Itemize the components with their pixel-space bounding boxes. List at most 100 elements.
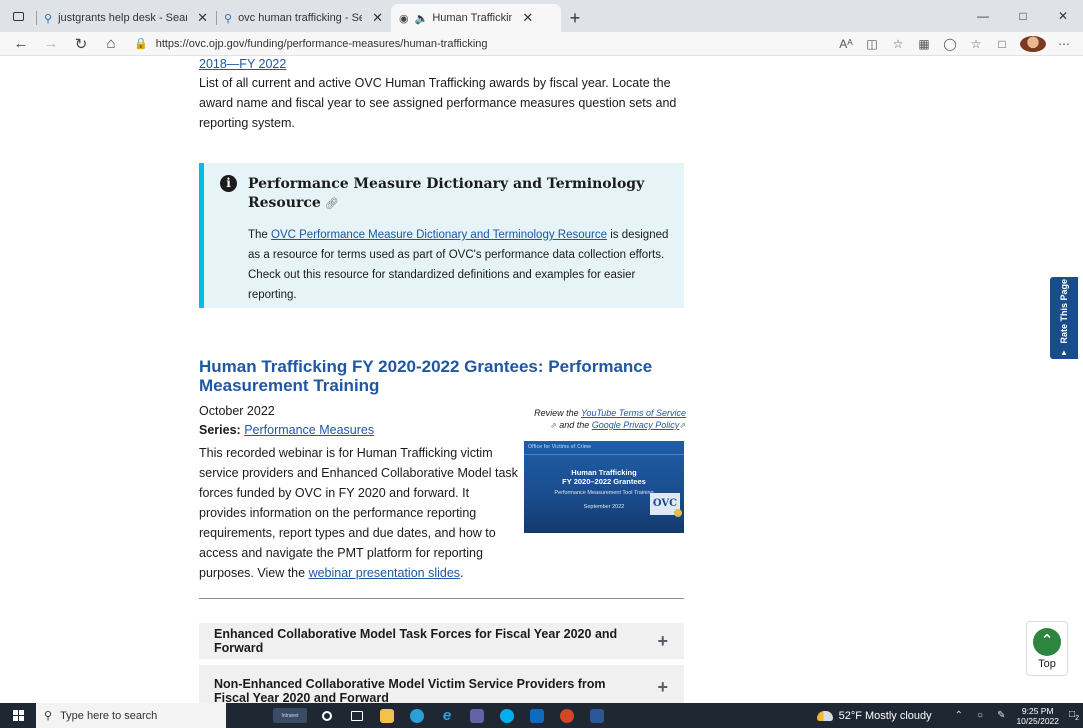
taskbar-apps: Intranet e bbox=[268, 703, 612, 728]
tab-ovc-search[interactable]: ⚲ ovc human trafficking - Search ✕ bbox=[216, 4, 391, 32]
browser-essentials-icon[interactable]: ◯ bbox=[937, 37, 963, 51]
internet-explorer-icon[interactable]: e bbox=[432, 703, 462, 728]
powerpoint-icon[interactable] bbox=[552, 703, 582, 728]
fiscal-year-link[interactable]: 2018—FY 2022 bbox=[199, 57, 286, 71]
more-options-icon[interactable]: ⋯ bbox=[1051, 37, 1077, 51]
notification-icon[interactable]: □2 bbox=[1065, 709, 1083, 722]
system-tray: 52°F Mostly cloudy ⌃ ○ ✎ 9:25 PM 10/25/2… bbox=[816, 703, 1083, 728]
series-label: Series: bbox=[199, 423, 241, 437]
section-divider bbox=[199, 598, 684, 599]
close-icon[interactable]: ✕ bbox=[197, 10, 208, 26]
thumbnail-header: Office for Victims of Crime bbox=[528, 444, 592, 450]
accordion-ecm-task-forces[interactable]: Enhanced Collaborative Model Task Forces… bbox=[199, 623, 684, 659]
url-text[interactable]: https://ovc.ojp.gov/funding/performance-… bbox=[156, 38, 488, 50]
search-placeholder: Type here to search bbox=[60, 709, 158, 722]
back-arrow-icon[interactable]: ← bbox=[6, 35, 36, 52]
intranet-app[interactable]: Intranet bbox=[268, 703, 312, 728]
dictionary-link[interactable]: OVC Performance Measure Dictionary and T… bbox=[271, 229, 607, 241]
address-bar[interactable]: 🔒 https://ovc.ojp.gov/funding/performanc… bbox=[134, 33, 774, 55]
tab-human-trafficking[interactable]: ◉ 🔈 Human Trafficking Grantee ✕ bbox=[391, 4, 561, 32]
forward-arrow-icon[interactable]: → bbox=[36, 35, 66, 52]
training-heading: Human Trafficking FY 2020-2022 Grantees:… bbox=[199, 357, 653, 395]
new-tab-button[interactable]: + bbox=[561, 4, 589, 32]
browser-tools: Aᴬ ◫ ☆ ▦ ◯ ☆ □ ⋯ bbox=[833, 35, 1083, 52]
plus-icon: + bbox=[657, 677, 668, 697]
thumbnail-title-2: FY 2020–2022 Grantees bbox=[562, 477, 646, 486]
webinar-slides-link[interactable]: webinar presentation slides bbox=[309, 566, 460, 580]
info-callout: i Performance Measure Dictionary and Ter… bbox=[199, 163, 684, 308]
cortana-icon[interactable] bbox=[312, 703, 342, 728]
callout-body-prefix: The bbox=[248, 229, 272, 241]
close-icon[interactable]: ✕ bbox=[522, 10, 533, 26]
skype-icon[interactable] bbox=[492, 703, 522, 728]
tab-label: Human Trafficking Grantee bbox=[432, 12, 513, 24]
notification-count: 2 bbox=[1075, 715, 1079, 722]
file-explorer-icon[interactable] bbox=[372, 703, 402, 728]
clock-time: 9:25 PM bbox=[1021, 705, 1054, 716]
note-mid: and the bbox=[556, 420, 592, 430]
refresh-icon[interactable]: ↻ bbox=[66, 35, 96, 53]
weather-widget[interactable]: 52°F Mostly cloudy bbox=[816, 710, 932, 722]
accordion-non-ecm-providers[interactable]: Non-Enhanced Collaborative Model Victim … bbox=[199, 665, 684, 703]
window-controls: — □ ✕ bbox=[963, 0, 1083, 32]
edge-icon[interactable] bbox=[402, 703, 432, 728]
restore-icon[interactable]: □ bbox=[1003, 9, 1043, 23]
extension-icon[interactable]: ▦ bbox=[911, 37, 937, 51]
external-link-icon: ⇗ bbox=[679, 421, 686, 430]
training-body-suffix: . bbox=[460, 566, 464, 580]
home-icon[interactable]: ⌂ bbox=[96, 35, 126, 52]
training-date: October 2022 bbox=[199, 404, 275, 418]
task-view-icon[interactable] bbox=[342, 703, 372, 728]
speaker-icon[interactable]: 🔈 bbox=[415, 12, 429, 25]
start-button[interactable] bbox=[0, 710, 36, 721]
close-icon[interactable]: ✕ bbox=[372, 10, 383, 26]
video-thumbnail[interactable]: Office for Victims of Crime Human Traffi… bbox=[524, 441, 684, 533]
external-link-icon: ⇗ bbox=[550, 421, 557, 430]
taskbar-clock[interactable]: 9:25 PM 10/25/2022 bbox=[1016, 706, 1059, 726]
top-label: Top bbox=[1038, 658, 1056, 670]
note-prefix: Review the bbox=[534, 408, 581, 418]
training-description: This recorded webinar is for Human Traff… bbox=[199, 443, 519, 583]
word-icon[interactable] bbox=[582, 703, 612, 728]
rate-this-page-button[interactable]: Rate This Page ▲ bbox=[1050, 277, 1078, 359]
immersive-reader-icon[interactable]: ◫ bbox=[859, 37, 885, 51]
search-icon: ⚲ bbox=[44, 12, 53, 25]
pen-icon[interactable]: ✎ bbox=[997, 710, 1005, 721]
tab-actions-icon bbox=[12, 11, 24, 21]
screen: ⚲ justgrants help desk - Search ✕ ⚲ ovc … bbox=[0, 0, 1083, 728]
collections-icon[interactable]: □ bbox=[989, 37, 1015, 51]
browser-tab-strip: ⚲ justgrants help desk - Search ✕ ⚲ ovc … bbox=[0, 0, 1083, 32]
browser-toolbar: ← → ↻ ⌂ 🔒 https://ovc.ojp.gov/funding/pe… bbox=[0, 32, 1083, 56]
thumbnail-divider bbox=[524, 454, 684, 455]
outlook-icon[interactable] bbox=[522, 703, 552, 728]
teams-icon[interactable] bbox=[462, 703, 492, 728]
accordion-label: Non-Enhanced Collaborative Model Victim … bbox=[214, 677, 606, 703]
callout-title: Performance Measure Dictionary and Termi… bbox=[248, 175, 668, 213]
windows-taskbar: ⚲ Type here to search Intranet e 52°F Mo… bbox=[0, 703, 1083, 728]
favorite-star-icon[interactable]: ☆ bbox=[885, 37, 911, 51]
chevron-up-icon: ⌃ bbox=[1033, 628, 1061, 656]
thumbnail-title-1: Human Trafficking bbox=[571, 468, 637, 477]
network-icon[interactable]: ○ bbox=[977, 710, 983, 721]
triangle-up-icon: ▲ bbox=[1060, 347, 1068, 357]
taskbar-search[interactable]: ⚲ Type here to search bbox=[36, 703, 226, 728]
search-icon: ⚲ bbox=[44, 710, 53, 722]
profile-avatar[interactable] bbox=[1020, 35, 1046, 52]
read-aloud-icon[interactable]: Aᴬ bbox=[833, 37, 859, 51]
tab-actions-button[interactable] bbox=[0, 0, 36, 32]
chevron-up-icon[interactable]: ⌃ bbox=[955, 710, 963, 721]
youtube-terms-link[interactable]: YouTube Terms of Service bbox=[581, 408, 686, 418]
intranet-label: Intranet bbox=[273, 708, 307, 723]
tab-justgrants[interactable]: ⚲ justgrants help desk - Search ✕ bbox=[36, 4, 216, 32]
minimize-icon[interactable]: — bbox=[963, 9, 1003, 23]
favorites-icon[interactable]: ☆ bbox=[963, 37, 989, 51]
anchor-link-icon[interactable]: 🔗︎ bbox=[325, 197, 339, 210]
ovc-seal-icon bbox=[674, 509, 682, 517]
back-to-top-button[interactable]: ⌃ Top bbox=[1026, 621, 1068, 676]
series-link[interactable]: Performance Measures bbox=[244, 423, 374, 437]
awards-description: List of all current and active OVC Human… bbox=[199, 76, 677, 130]
web-page: 2018—FY 2022 List of all current and act… bbox=[0, 57, 1083, 703]
lock-icon[interactable]: 🔒 bbox=[134, 37, 148, 50]
google-privacy-link[interactable]: Google Privacy Policy bbox=[592, 420, 680, 430]
close-window-icon[interactable]: ✕ bbox=[1043, 9, 1083, 23]
